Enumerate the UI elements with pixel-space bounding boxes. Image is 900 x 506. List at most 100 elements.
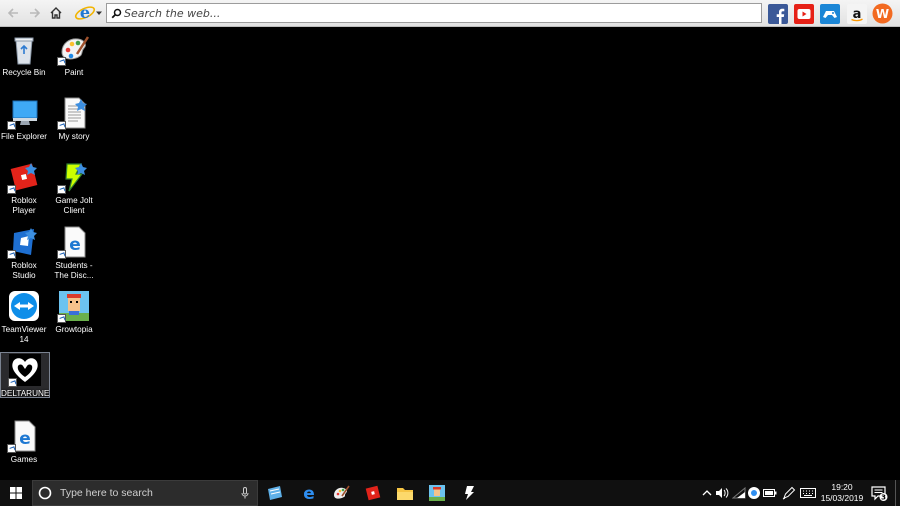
- w-glyph: W: [876, 7, 889, 21]
- taskbar-app-roblox[interactable]: [362, 483, 384, 503]
- desktop-icon-label: Roblox Player: [11, 196, 37, 215]
- edge-document-icon: e: [57, 225, 91, 259]
- desktop-icon-growtopia[interactable]: Growtopia: [50, 289, 98, 335]
- paint-palette-icon: [57, 32, 91, 66]
- show-desktop-button[interactable]: [895, 480, 900, 506]
- system-clock[interactable]: 19:20 15/03/2019: [820, 482, 864, 504]
- start-button[interactable]: [0, 480, 32, 506]
- roblox-icon: [365, 485, 381, 501]
- game-jolt-icon: [465, 486, 474, 500]
- desktop-icon-label: Game Jolt Client: [55, 196, 93, 215]
- roblox-studio-icon: [7, 225, 41, 259]
- desktop-icon-recycle-bin[interactable]: Recycle Bin: [0, 32, 48, 78]
- internet-explorer-icon[interactable]: e: [74, 2, 96, 24]
- browser-toolbar: e a W: [0, 0, 900, 27]
- amazon-icon[interactable]: a: [846, 3, 867, 24]
- desktop-icon-label: File Explorer: [1, 132, 47, 141]
- back-arrow-icon[interactable]: [4, 4, 22, 22]
- taskbar-search-input[interactable]: [58, 486, 232, 500]
- desktop-icon-label: Paint: [64, 68, 84, 77]
- shortcut-arrow-icon: [57, 185, 66, 194]
- desktop-icon-label: DELTARUNE: [1, 389, 50, 398]
- desktop-icon-my-story[interactable]: My story: [50, 96, 98, 142]
- shortcut-arrow-icon: [7, 185, 16, 194]
- game-controller-icon[interactable]: [819, 3, 840, 24]
- taskbar: e 19:20 15/03/2019: [0, 480, 900, 506]
- shortcut-arrow-icon: [7, 444, 16, 453]
- chevron-down-icon[interactable]: [95, 4, 103, 22]
- w-site-icon[interactable]: W: [872, 3, 893, 24]
- shortcut-arrow-icon: [8, 378, 17, 387]
- desktop-icon-roblox-player[interactable]: Roblox Player: [0, 160, 48, 216]
- facebook-icon[interactable]: [767, 3, 788, 24]
- folder-icon: [397, 487, 413, 500]
- roblox-icon: [7, 160, 41, 194]
- taskbar-app-game-jolt[interactable]: [458, 483, 480, 503]
- text-document-icon: [57, 96, 91, 130]
- desktop-icon-deltarune[interactable]: DELTARUNE: [0, 352, 50, 398]
- desktop-icon-file-explorer[interactable]: File Explorer: [0, 96, 48, 142]
- desktop-icon-teamviewer[interactable]: TeamViewer 14: [0, 289, 48, 345]
- svg-text:e: e: [303, 484, 315, 502]
- volume-icon[interactable]: [715, 486, 729, 500]
- taskbar-app-file-explorer[interactable]: [394, 483, 416, 503]
- game-jolt-icon: [57, 160, 91, 194]
- taskbar-app-edge[interactable]: e: [298, 483, 320, 503]
- taskbar-app-notes[interactable]: [264, 483, 286, 503]
- microphone-icon[interactable]: [241, 487, 249, 499]
- cortana-circle-icon: [38, 486, 52, 500]
- pen-icon[interactable]: [782, 486, 796, 500]
- tray-chevron-up-icon[interactable]: [700, 486, 714, 500]
- clock-date: 15/03/2019: [820, 493, 864, 503]
- keyboard-icon[interactable]: [800, 486, 816, 500]
- computer-monitor-icon: [7, 96, 41, 130]
- clock-time: 19:20: [831, 482, 853, 492]
- growtopia-icon: [429, 485, 445, 501]
- desktop-icon-label: TeamViewer 14: [1, 325, 47, 344]
- shortcut-arrow-icon: [57, 314, 66, 323]
- growtopia-icon: [57, 289, 91, 323]
- desktop-icon-students[interactable]: e Students - The Disc...: [50, 225, 98, 281]
- svg-text:e: e: [69, 235, 81, 255]
- wifi-icon[interactable]: [732, 486, 746, 500]
- paint-palette-icon: [334, 485, 350, 499]
- battery-icon[interactable]: [763, 486, 777, 500]
- taskbar-app-paint[interactable]: [330, 483, 352, 503]
- youtube-icon[interactable]: [793, 3, 814, 24]
- desktop-icon-games[interactable]: e Games: [0, 419, 48, 465]
- taskbar-search-box[interactable]: [32, 480, 258, 506]
- edge-document-icon: e: [7, 419, 41, 453]
- search-icon: [111, 8, 122, 19]
- deltarune-heart-icon: [8, 353, 42, 387]
- edge-browser-icon: e: [303, 484, 315, 502]
- shortcut-arrow-icon: [57, 121, 66, 130]
- action-center-button[interactable]: 3: [870, 484, 888, 502]
- desktop-icon-label: Growtopia: [55, 325, 93, 334]
- web-search-input[interactable]: [122, 6, 744, 20]
- home-icon[interactable]: [47, 4, 65, 22]
- windows-logo-icon: [10, 487, 22, 499]
- notes-app-icon: [268, 486, 282, 500]
- desktop-icon-paint[interactable]: Paint: [50, 32, 98, 78]
- forward-arrow-icon[interactable]: [26, 4, 44, 22]
- taskbar-app-growtopia[interactable]: [426, 483, 448, 503]
- teamviewer-icon: [7, 289, 41, 323]
- desktop-icon-label: Students - The Disc...: [54, 261, 94, 280]
- recycle-bin-icon: [7, 32, 41, 66]
- desktop-icon-label: Roblox Studio: [11, 261, 37, 280]
- notification-icon: 3: [871, 486, 888, 502]
- svg-text:e: e: [80, 3, 90, 22]
- shortcut-arrow-icon: [57, 57, 66, 66]
- desktop-icon-game-jolt-client[interactable]: Game Jolt Client: [50, 160, 98, 216]
- shortcut-arrow-icon: [7, 121, 16, 130]
- browser-tray-icon[interactable]: [747, 486, 761, 500]
- web-search-field[interactable]: [106, 3, 762, 23]
- desktop-icon-roblox-studio[interactable]: Roblox Studio: [0, 225, 48, 281]
- shortcut-arrow-icon: [7, 250, 16, 259]
- notification-count: 3: [881, 494, 886, 502]
- svg-text:e: e: [19, 429, 31, 449]
- desktop-icon-label: Games: [10, 455, 38, 464]
- shortcut-arrow-icon: [57, 250, 66, 259]
- desktop-icon-label: Recycle Bin: [2, 68, 46, 77]
- desktop-icon-label: My story: [58, 132, 90, 141]
